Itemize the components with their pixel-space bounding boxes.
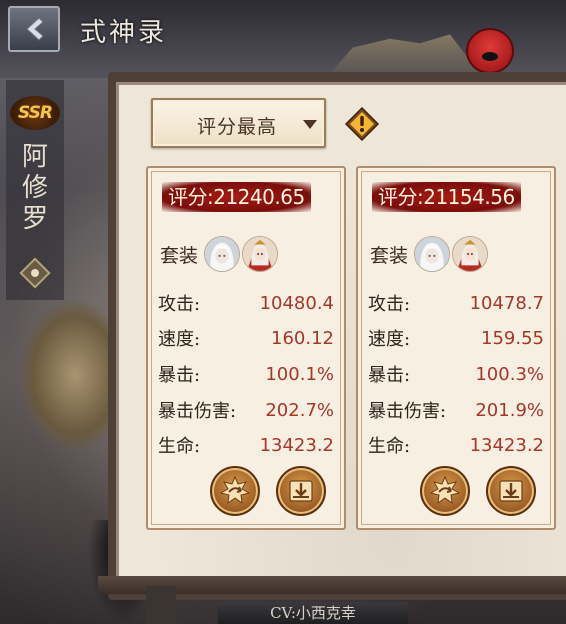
white-hair-portrait-icon (415, 237, 450, 271)
score-badge: 评分:21154.56 (372, 182, 521, 212)
stat-value: 13423.2 (469, 434, 544, 456)
stat-name: 生命: (158, 436, 201, 457)
apply-plan-button[interactable] (276, 466, 326, 516)
soul-avatar-red-robe[interactable] (452, 236, 489, 272)
background-vertical-text-strip (146, 586, 176, 624)
cv-label-bar: CV:小西克幸 (218, 602, 408, 624)
stat-name: 速度: (368, 329, 411, 350)
soul-set-row: 套装 (370, 234, 490, 274)
stat-name: 暴击伤害: (368, 401, 447, 422)
stat-row-crit: 暴击: 100.3% (368, 361, 544, 387)
stat-value: 159.55 (481, 327, 544, 349)
download-tray-icon (289, 480, 313, 502)
white-hair-portrait-icon (205, 237, 240, 271)
soul-avatar-red-robe[interactable] (242, 236, 279, 272)
stat-value: 160.12 (271, 327, 334, 349)
soul-plan-card[interactable]: 评分:21240.65 套装 攻击: 10480.4 速度: 160.12 暴击… (146, 166, 346, 530)
stat-row-attack: 攻击: 10478.7 (368, 290, 544, 316)
back-button[interactable] (8, 6, 60, 52)
stat-row-attack: 攻击: 10480.4 (158, 290, 334, 316)
stat-value: 100.3% (475, 363, 544, 385)
stat-name: 攻击: (368, 294, 411, 315)
sort-dropdown-value: 评分最高 (197, 116, 278, 138)
stat-value: 10480.4 (259, 292, 334, 314)
stat-value: 13423.2 (259, 434, 334, 456)
soul-set-row: 套装 (160, 234, 280, 274)
triangle-down-icon (303, 120, 317, 129)
equip-souls-button[interactable] (210, 466, 260, 516)
page-title: 式神录 (80, 18, 168, 48)
soul-avatar-white-hair[interactable] (204, 236, 241, 272)
download-tray-icon (499, 480, 523, 502)
cv-label: CV:小西克幸 (270, 604, 356, 622)
soul-set-label: 套装 (160, 244, 199, 267)
rarity-badge: SSR (10, 96, 60, 130)
soul-set-label: 套装 (370, 244, 409, 267)
apply-plan-button[interactable] (486, 466, 536, 516)
leaf-swap-icon (219, 475, 251, 505)
stat-row-crit-damage: 暴击伤害: 202.7% (158, 397, 334, 423)
red-lantern-ornament (466, 28, 514, 74)
equip-souls-button[interactable] (420, 466, 470, 516)
stat-name: 生命: (368, 436, 411, 457)
soul-avatar-white-hair[interactable] (414, 236, 451, 272)
stat-name: 暴击: (158, 365, 201, 386)
stat-name: 暴击伤害: (158, 401, 237, 422)
stat-value: 202.7% (265, 399, 334, 421)
chevron-left-icon (26, 17, 44, 41)
stat-row-crit: 暴击: 100.1% (158, 361, 334, 387)
shikigami-name: 阿修罗 (18, 142, 52, 235)
stat-name: 暴击: (368, 365, 411, 386)
stat-row-crit-damage: 暴击伤害: 201.9% (368, 397, 544, 423)
shikigami-name-text: 阿修罗 (21, 142, 48, 234)
leaf-swap-icon (429, 475, 461, 505)
red-robe-portrait-icon (453, 237, 488, 271)
exclamation-diamond-icon[interactable] (344, 106, 380, 142)
score-badge: 评分:21240.65 (162, 182, 311, 212)
soul-plan-card[interactable]: 评分:21154.56 套装 攻击: 10478.7 速度: 159.55 暴击… (356, 166, 556, 530)
stat-row-speed: 速度: 159.55 (368, 325, 544, 351)
stat-value: 201.9% (475, 399, 544, 421)
red-robe-portrait-icon (243, 237, 278, 271)
stat-row-hp: 生命: 13423.2 (368, 432, 544, 458)
stat-name: 速度: (158, 329, 201, 350)
stat-value: 10478.7 (469, 292, 544, 314)
sort-dropdown[interactable]: 评分最高 (151, 98, 326, 148)
stat-value: 100.1% (265, 363, 334, 385)
stat-row-hp: 生命: 13423.2 (158, 432, 334, 458)
stat-name: 攻击: (158, 294, 201, 315)
stat-row-speed: 速度: 160.12 (158, 325, 334, 351)
